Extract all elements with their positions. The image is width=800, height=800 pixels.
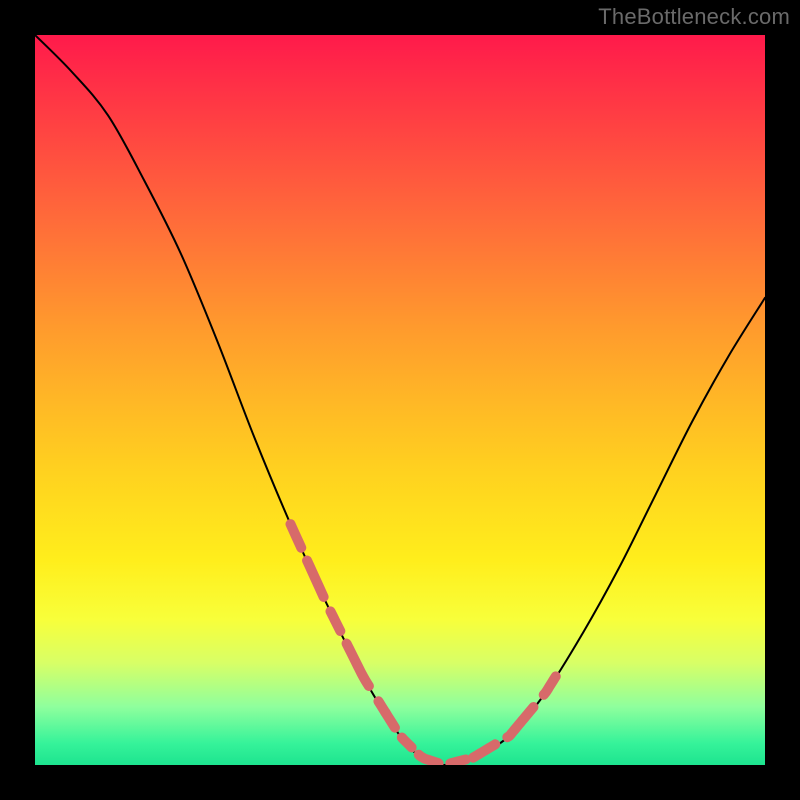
highlight-dashes (291, 524, 561, 764)
highlight-dash-0 (291, 524, 386, 712)
highlight-dash-valley (385, 712, 473, 764)
attribution-label: TheBottleneck.com (598, 4, 790, 30)
app-frame: TheBottleneck.com (0, 0, 800, 800)
curve-svg (35, 35, 765, 765)
plot-area (35, 35, 765, 765)
bottleneck-curve (35, 35, 765, 765)
highlight-dash-1 (473, 669, 561, 758)
